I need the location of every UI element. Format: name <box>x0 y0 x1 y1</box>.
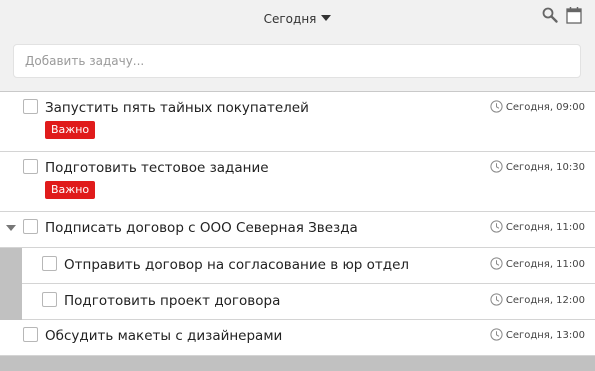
important-badge: Важно <box>45 181 96 199</box>
subtask-row[interactable]: Подготовить проект договора Сегодня, 12:… <box>0 284 595 320</box>
task-due-time: Сегодня, 10:30 <box>490 160 585 175</box>
collapse-arrow-icon[interactable] <box>6 225 16 231</box>
subtask-due-time: Сегодня, 12:00 <box>490 293 585 308</box>
subtask-due-time-text: Сегодня, 12:00 <box>505 295 585 306</box>
clock-icon <box>490 293 503 306</box>
subtask-indent-gutter <box>0 248 22 284</box>
task-checkbox[interactable] <box>23 219 38 234</box>
bottom-bar <box>0 356 595 371</box>
task-checkbox[interactable] <box>23 99 38 114</box>
subtask-indent-gutter <box>0 284 22 320</box>
clock-icon <box>490 160 503 173</box>
task-due-time-text: Сегодня, 13:00 <box>505 330 585 341</box>
task-due-time-text: Сегодня, 09:00 <box>505 102 585 113</box>
clock-icon <box>490 100 503 113</box>
task-due-time-text: Сегодня, 11:00 <box>505 222 585 233</box>
task-label: Подписать договор с ООО Северная Звезда <box>45 220 358 236</box>
task-list: Запустить пять тайных покупателей Сегодн… <box>0 92 595 356</box>
calendar-icon[interactable] <box>565 6 583 24</box>
subtask-label: Подготовить проект договора <box>64 293 281 309</box>
task-due-time: Сегодня, 09:00 <box>490 100 585 115</box>
subtask-due-time-text: Сегодня, 11:00 <box>505 259 585 270</box>
task-checkbox[interactable] <box>23 159 38 174</box>
subtask-due-time: Сегодня, 11:00 <box>490 257 585 272</box>
task-row[interactable]: Обсудить макеты с дизайнерами Сегодня, 1… <box>0 320 595 356</box>
subtask-label: Отправить договор на согласование в юр о… <box>64 257 410 273</box>
task-row[interactable]: Запустить пять тайных покупателей Сегодн… <box>0 92 595 152</box>
chevron-down-icon <box>321 15 332 21</box>
task-row[interactable]: Подписать договор с ООО Северная Звезда … <box>0 212 595 248</box>
clock-icon <box>490 257 503 270</box>
add-task-input[interactable] <box>13 44 581 78</box>
date-filter-dropdown[interactable]: Сегодня <box>264 12 332 26</box>
date-filter-label: Сегодня <box>263 12 317 26</box>
task-label: Обсудить макеты с дизайнерами <box>45 328 283 344</box>
subtask-row[interactable]: Отправить договор на согласование в юр о… <box>0 248 595 284</box>
important-badge: Важно <box>45 121 96 139</box>
clock-icon <box>490 328 503 341</box>
subtask-checkbox[interactable] <box>42 292 57 307</box>
task-due-time-text: Сегодня, 10:30 <box>505 162 585 173</box>
task-due-time: Сегодня, 13:00 <box>490 328 585 343</box>
header: Сегодня <box>0 0 595 92</box>
task-due-time: Сегодня, 11:00 <box>490 220 585 235</box>
task-label: Запустить пять тайных покупателей <box>45 100 309 116</box>
search-icon[interactable] <box>541 6 559 24</box>
clock-icon <box>490 220 503 233</box>
task-label: Подготовить тестовое задание <box>45 160 269 176</box>
title-wrap: Сегодня <box>0 8 595 26</box>
task-row[interactable]: Подготовить тестовое задание Сегодня, 10… <box>0 152 595 212</box>
task-checkbox[interactable] <box>23 327 38 342</box>
subtask-checkbox[interactable] <box>42 256 57 271</box>
